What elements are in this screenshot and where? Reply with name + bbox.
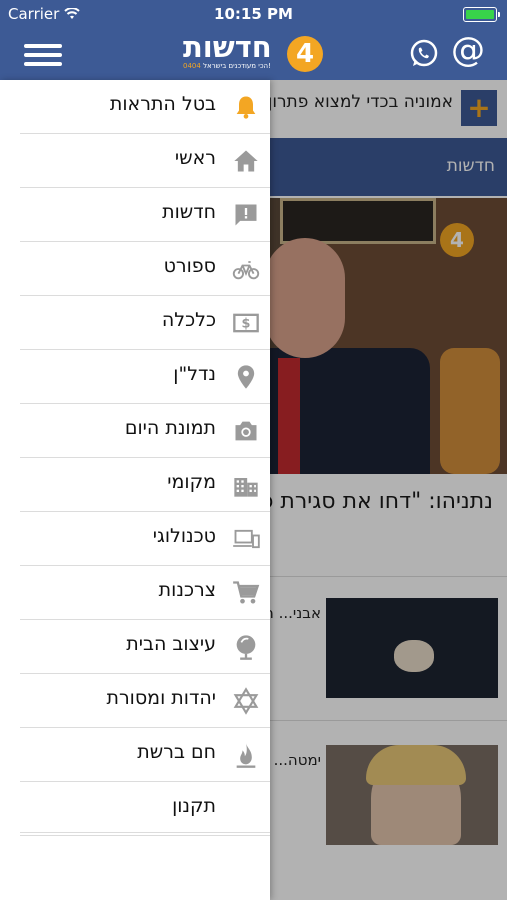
logo-text: חדשות [183,30,272,64]
devices-icon [233,529,260,549]
city-icon [234,478,258,497]
app-logo[interactable]: חדשות 0404 הכי מעודכנים בישראל! 4 [183,30,325,76]
menu-label: כלכלה [161,309,216,331]
location-pin-icon [237,365,255,389]
menu-label: חם ברשת [137,741,216,763]
menu-label: טכנולוגי [152,525,216,547]
svg-text:$: $ [242,317,251,332]
menu-label: חדשות [162,201,216,223]
menu-item-home[interactable]: ראשי [20,134,270,188]
logo-tagline: 0404 הכי מעודכנים בישראל! [183,62,271,70]
menu-item-economy[interactable]: $ כלכלה [20,296,270,350]
menu-label: מקומי [167,471,216,493]
menu-item-local[interactable]: מקומי [20,458,270,512]
menu-item-notifications[interactable]: בטל התראות [20,80,270,134]
menu-item-judaism[interactable]: יהדות ומסורת [20,674,270,728]
menu-item-home-design[interactable]: עיצוב הבית [20,620,270,674]
menu-item-hot-online[interactable]: חם ברשת [20,728,270,782]
alert-message-icon [235,204,257,226]
battery-icon [463,7,500,22]
status-bar: Carrier 10:15 PM [0,0,507,28]
menu-item-real-estate[interactable]: נדל"ן [20,350,270,404]
email-at-icon[interactable]: @ [451,30,485,70]
menu-item-consumer[interactable]: צרכנות [20,566,270,620]
logo-badge: 4 [287,36,323,72]
menu-label: ראשי [174,147,216,169]
menu-item-terms[interactable]: תקנון [20,782,270,836]
bicycle-icon [232,261,260,280]
menu-label: יהדות ומסורת [106,687,216,709]
home-icon [234,150,258,172]
star-of-david-icon [233,687,259,715]
app-header: חדשות 0404 הכי מעודכנים בישראל! 4 @ [0,28,507,80]
side-menu: בטל התראות ראשי חדשות ספורט $ כלכלה נדל"… [0,80,270,900]
hamburger-icon[interactable] [24,39,62,69]
lamp-icon [236,635,256,660]
menu-label: תמונת היום [124,417,216,439]
flame-icon [236,743,256,768]
status-time: 10:15 PM [214,5,293,23]
menu-item-photo-of-day[interactable]: תמונת היום [20,404,270,458]
menu-label: נדל"ן [173,363,216,385]
dollar-bill-icon: $ [233,313,259,333]
menu-label: בטל התראות [109,93,216,115]
menu-item-sport[interactable]: ספורט [20,242,270,296]
shopping-cart-icon [233,581,260,604]
menu-divider [20,832,270,833]
bell-icon [236,96,256,119]
camera-icon [235,421,257,441]
menu-item-tech[interactable]: טכנולוגי [20,512,270,566]
whatsapp-icon[interactable] [408,38,440,70]
menu-label: ספורט [163,255,216,277]
content-overlay[interactable] [270,80,507,900]
menu-label: צרכנות [158,579,216,601]
menu-label: עיצוב הבית [126,633,216,655]
menu-item-news[interactable]: חדשות [20,188,270,242]
menu-label: תקנון [172,795,216,817]
